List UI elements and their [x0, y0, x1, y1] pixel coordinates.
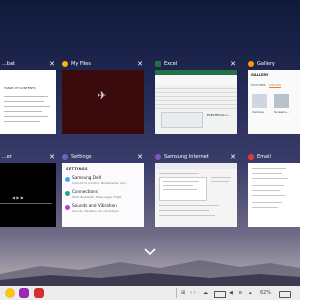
card-thumbnail: GALLERY PICTURES ALBUMS Camera Screens..… — [248, 70, 300, 134]
excel-chart — [161, 112, 203, 128]
card-title: Email — [257, 154, 271, 160]
pdf-icon: ✈ — [97, 89, 107, 102]
card-title: ...bat — [2, 61, 15, 67]
recent-card-email[interactable]: Email — [248, 153, 300, 227]
grid-icon[interactable]: ⊞ — [181, 289, 185, 297]
recent-card-document[interactable]: ...bat ✕ TABLE OF CONTENTS — [0, 60, 56, 134]
card-title: My Files — [71, 61, 91, 67]
card-title: Settings — [71, 154, 92, 160]
gallery-header: GALLERY — [251, 73, 269, 77]
screen-icon[interactable] — [214, 291, 226, 298]
recent-card-gallery[interactable]: Gallery GALLERY PICTURES ALBUMS Camera S… — [248, 60, 300, 134]
settings-icon — [62, 154, 68, 160]
volume-icon[interactable]: ◀ — [229, 289, 233, 297]
recent-card-settings[interactable]: Settings ✕ SETTINGS Samsung DeX Connect … — [62, 153, 144, 227]
battery-icon — [279, 291, 291, 298]
samsung-notes-app-icon[interactable] — [5, 288, 15, 298]
settings-header: SETTINGS — [66, 167, 88, 171]
close-icon[interactable]: ✕ — [137, 60, 143, 69]
close-icon[interactable]: ✕ — [137, 153, 143, 162]
card-title: ...er — [2, 154, 12, 160]
my-files-icon — [62, 61, 68, 67]
card-thumbnail: TABLE OF CONTENTS — [0, 70, 56, 134]
taskbar: ⊞ ‹ › ☁ ◀ ʙ ▴ 62% — [0, 286, 300, 300]
card-thumbnail: SETTINGS Samsung DeX Connect to monitor,… — [62, 163, 144, 227]
email-icon — [248, 154, 254, 160]
card-thumbnail: ✈ — [62, 70, 144, 134]
card-title: Gallery — [257, 61, 275, 67]
pdf-app-icon[interactable] — [34, 288, 44, 298]
doc-heading: TABLE OF CONTENTS — [4, 86, 36, 90]
close-icon[interactable]: ✕ — [49, 60, 55, 69]
card-title: Excel — [164, 61, 178, 67]
cloud-icon: ☁ — [203, 290, 208, 296]
recent-apps-screen: ...bat ✕ TABLE OF CONTENTS My Files ✕ ✈ … — [0, 0, 300, 300]
recent-card-excel[interactable]: Excel ✕ ELECTRICAL L... — [155, 60, 237, 134]
card-thumbnail: ELECTRICAL L... — [155, 70, 237, 134]
internet-icon — [155, 154, 161, 160]
gallery-tabs: PICTURES ALBUMS — [251, 83, 282, 88]
show-apps-chevron-icon[interactable] — [143, 246, 157, 256]
card-title: Samsung Internet — [164, 154, 209, 160]
excel-icon — [155, 61, 161, 67]
close-icon[interactable]: ✕ — [49, 153, 55, 162]
close-icon[interactable]: ✕ — [230, 153, 236, 162]
signal-icon: ▴ — [249, 290, 252, 296]
cell-label: ELECTRICAL L... — [207, 113, 231, 117]
arrows-icon[interactable]: ‹ › — [190, 289, 196, 297]
bluetooth-icon: ʙ — [239, 290, 242, 296]
recent-card-samsung-internet[interactable]: Samsung Internet ✕ — [155, 153, 237, 227]
galaxy-store-app-icon[interactable] — [19, 288, 29, 298]
card-thumbnail: ◀ ▶ ▶ — [0, 163, 56, 227]
card-thumbnail — [155, 163, 237, 227]
close-icon[interactable]: ✕ — [230, 60, 236, 69]
recent-card-my-files[interactable]: My Files ✕ ✈ — [62, 60, 144, 134]
card-thumbnail — [248, 163, 300, 227]
battery-percentage: 62% — [260, 290, 272, 296]
gallery-icon — [248, 61, 254, 67]
recent-card-video-player[interactable]: ...er ✕ ◀ ▶ ▶ — [0, 153, 56, 227]
